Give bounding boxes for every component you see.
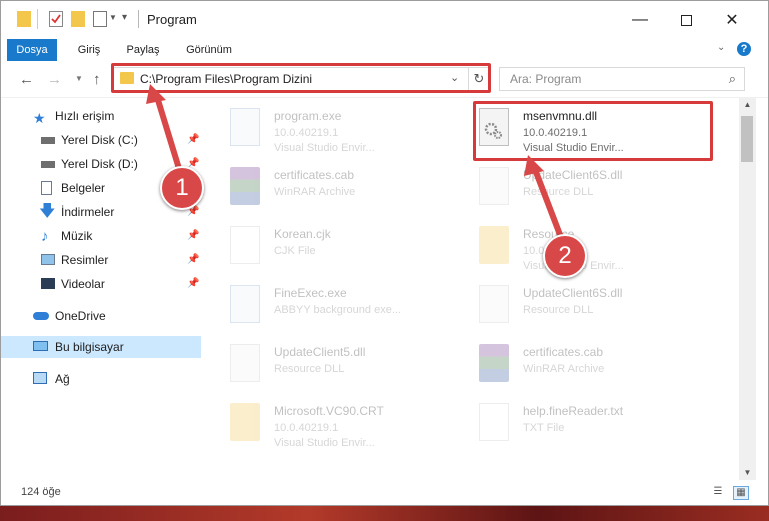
arrow-2-shaft	[533, 170, 565, 242]
step-badge-2: 2	[543, 234, 587, 278]
step-badge-1: 1	[160, 166, 204, 210]
arrow-1-shaft	[155, 99, 183, 173]
arrow-2-head	[524, 155, 544, 176]
annotation-arrows	[146, 84, 565, 242]
arrow-1-head	[146, 84, 166, 104]
